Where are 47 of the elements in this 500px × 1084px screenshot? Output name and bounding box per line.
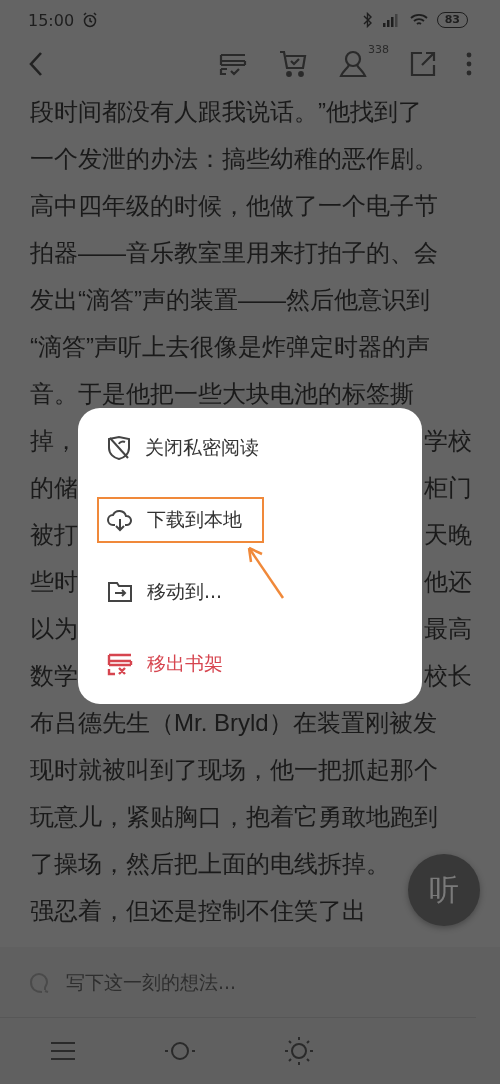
- bluetooth-icon: [362, 12, 373, 28]
- text-fragment: 柜门: [424, 473, 472, 503]
- text-line: 强忍着，但还是控制不住笑了出: [30, 896, 366, 926]
- clock-time: 15:00: [28, 10, 75, 30]
- person-icon[interactable]: [338, 49, 368, 79]
- text-line: 现时就被叫到了现场，他一把抓起那个: [30, 755, 438, 785]
- share-icon[interactable]: [410, 51, 436, 77]
- text-line: 高中四年级的时候，他做了一个电子节: [30, 191, 438, 221]
- signal-icon: [380, 12, 401, 28]
- text-fragment: 他还: [424, 567, 472, 597]
- menu-item[interactable]: 关闭私密阅读: [97, 425, 281, 471]
- text-fragment: 些时: [30, 567, 78, 597]
- cloud-download-icon: [107, 508, 133, 532]
- folder-move-icon: [107, 581, 133, 603]
- text-fragment: 天晚: [424, 520, 472, 550]
- text-fragment: 以为: [30, 614, 78, 644]
- alarm-icon: [82, 12, 99, 28]
- brightness-icon[interactable]: [284, 1036, 314, 1066]
- bookshelf-remove-icon: [107, 651, 133, 677]
- text-fragment: 掉，: [30, 426, 78, 456]
- menu-item[interactable]: 下载到本地: [97, 497, 264, 543]
- text-fragment: 校长: [424, 661, 472, 691]
- text-line: 玩意儿，紧贴胸口，抱着它勇敢地跑到: [30, 802, 438, 832]
- text-line: “滴答”声听上去很像是炸弹定时器的声: [30, 332, 430, 362]
- pointer-arrow: [245, 544, 287, 600]
- progress-icon[interactable]: [164, 1039, 196, 1063]
- follower-count: 338: [368, 43, 389, 56]
- text-line: 拍器——音乐教室里用来打拍子的、会: [30, 238, 438, 268]
- menu-item[interactable]: 移出书架: [97, 641, 245, 687]
- text-line: 发出“滴答”声的装置——然后他意识到: [30, 285, 430, 315]
- menu-icon[interactable]: [50, 1041, 76, 1061]
- text-fragment: 数学: [30, 661, 78, 691]
- back-icon[interactable]: [28, 51, 44, 77]
- text-line: 一个发泄的办法：搞些幼稚的恶作剧。: [30, 144, 438, 174]
- text-line: 了操场，然后把上面的电线拆掉。: [30, 849, 390, 879]
- text-line: 段时间都没有人跟我说话。”他找到了: [30, 97, 422, 127]
- shield-off-icon: [107, 435, 131, 461]
- more-icon[interactable]: [466, 52, 472, 76]
- text-line: 音。于是他把一些大块电池的标签撕: [30, 379, 414, 409]
- text-fragment: 被打: [30, 520, 78, 550]
- menu-item[interactable]: 移动到...: [97, 569, 245, 615]
- text-fragment: 学校: [424, 426, 472, 456]
- text-fragment: 最高: [424, 614, 472, 644]
- cart-icon[interactable]: [278, 49, 308, 79]
- text-fragment: 的储: [30, 473, 78, 503]
- text-line: 布吕德先生（Mr. Bryld）在装置刚被发: [30, 708, 437, 738]
- wifi-icon: [408, 12, 429, 28]
